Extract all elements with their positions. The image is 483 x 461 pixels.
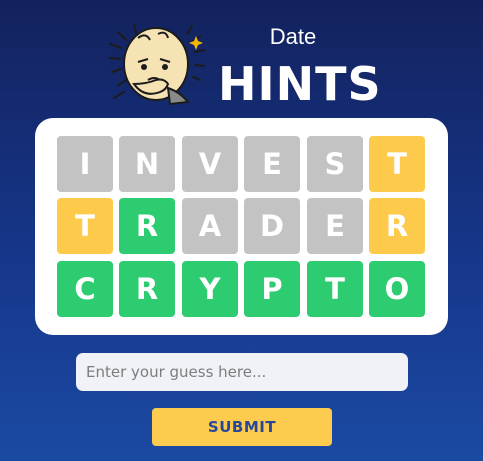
letter-tile: D bbox=[244, 198, 300, 254]
letter-tile: T bbox=[57, 198, 113, 254]
letter-tile: T bbox=[369, 136, 425, 192]
letter-tile: R bbox=[119, 198, 175, 254]
letter-tile: N bbox=[119, 136, 175, 192]
letter-tile: E bbox=[244, 136, 300, 192]
letter-tile: I bbox=[57, 136, 113, 192]
letter-tile: V bbox=[182, 136, 238, 192]
letter-tile: R bbox=[369, 198, 425, 254]
game-board: I N V E S T T R A D E R C R Y P T O bbox=[35, 118, 448, 335]
header-subtitle: Date bbox=[269, 24, 317, 49]
letter-tile: T bbox=[307, 261, 363, 317]
letter-tile: E bbox=[307, 198, 363, 254]
letter-tile: O bbox=[369, 261, 425, 317]
page-title: HINTS bbox=[218, 57, 382, 111]
letter-tile: R bbox=[119, 261, 175, 317]
letter-tile: A bbox=[182, 198, 238, 254]
letter-tile: Y bbox=[182, 261, 238, 317]
board-row: T R A D E R bbox=[57, 198, 427, 254]
board-row: C R Y P T O bbox=[57, 261, 427, 317]
letter-tile: P bbox=[244, 261, 300, 317]
guess-input[interactable] bbox=[76, 353, 408, 391]
letter-tile: C bbox=[57, 261, 113, 317]
egg-thinking-mascot-icon bbox=[109, 23, 205, 106]
board-row: I N V E S T bbox=[57, 136, 427, 192]
letter-tile: S bbox=[307, 136, 363, 192]
submit-button[interactable]: SUBMIT bbox=[152, 408, 332, 446]
